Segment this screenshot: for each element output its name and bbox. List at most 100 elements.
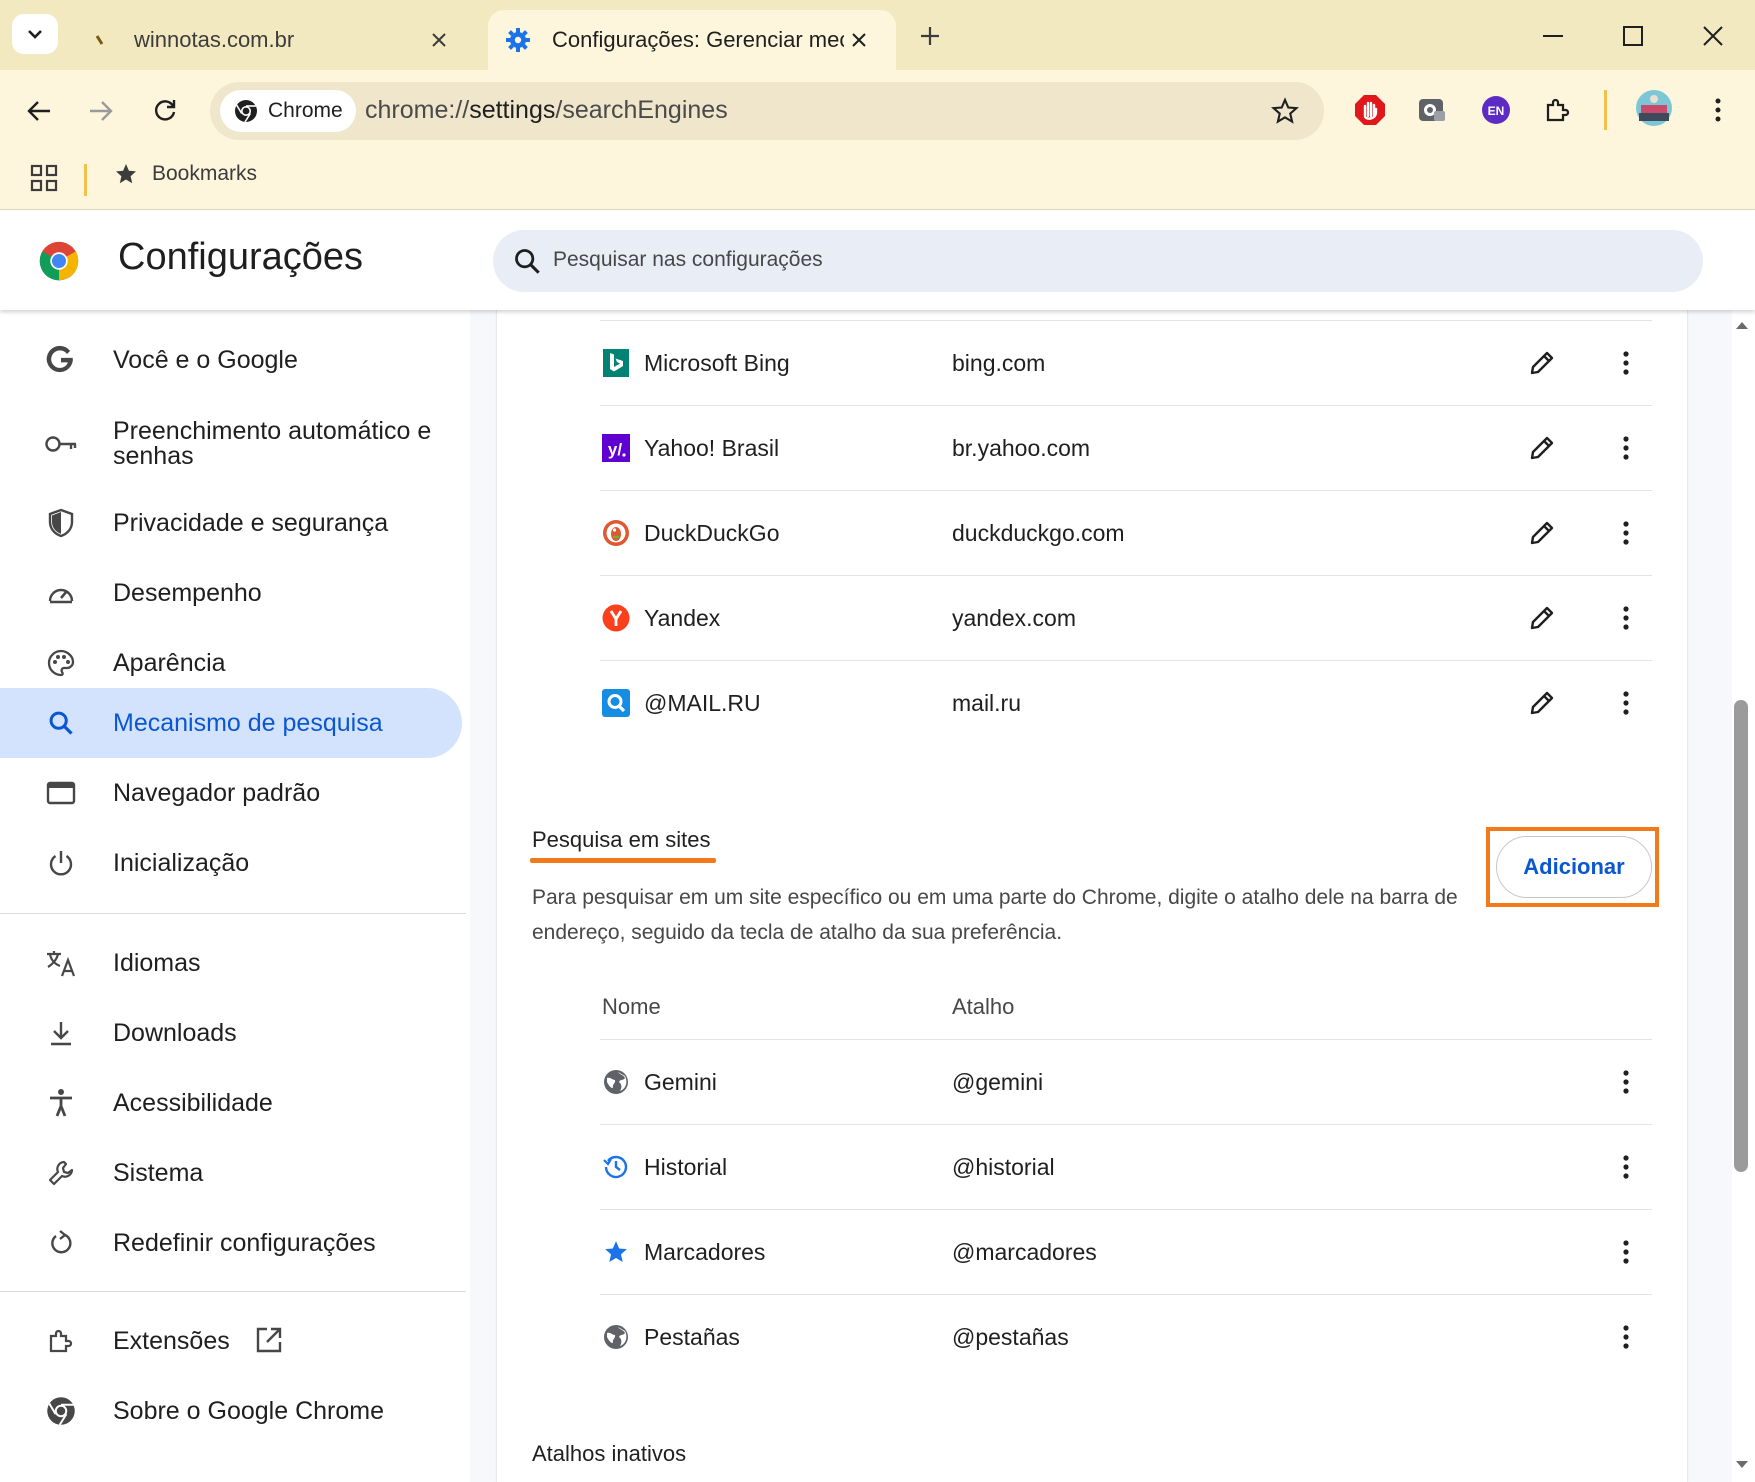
- more-vertical-icon[interactable]: [1606, 1147, 1646, 1187]
- more-vertical-icon[interactable]: [1606, 428, 1646, 468]
- tab-settings[interactable]: Configurações: Gerenciar mecanis: [488, 10, 896, 70]
- sidebar-item-sistema[interactable]: Sistema: [0, 1138, 462, 1208]
- bookmarks-label: Bookmarks: [152, 162, 258, 185]
- adblock-icon[interactable]: [1352, 92, 1388, 128]
- sidebar-item-navegador-padrao[interactable]: Navegador padrão: [0, 758, 462, 828]
- translate-en-icon[interactable]: EN: [1478, 92, 1514, 128]
- plus-icon: [921, 27, 939, 45]
- search-placeholder: Pesquisar nas configurações: [553, 248, 823, 271]
- reload-button[interactable]: [144, 90, 186, 132]
- settings-search-input[interactable]: Pesquisar nas configurações: [493, 230, 1703, 292]
- more-vertical-icon: [1715, 98, 1721, 122]
- site-search-row: Historial @historial: [600, 1125, 1652, 1210]
- sidebar-item-idiomas[interactable]: Idiomas: [0, 928, 462, 998]
- puzzle-extensions-icon[interactable]: [1540, 92, 1576, 128]
- edit-pencil-icon[interactable]: [1522, 683, 1562, 723]
- more-vertical-icon[interactable]: [1606, 683, 1646, 723]
- search-icon: [44, 706, 78, 740]
- close-window-button[interactable]: [1688, 14, 1738, 58]
- globe-icon: [602, 1068, 630, 1096]
- sidebar-item-acessibilidade[interactable]: Acessibilidade: [0, 1068, 462, 1138]
- close-icon: [1703, 26, 1723, 46]
- edit-pencil-icon[interactable]: [1522, 428, 1562, 468]
- bookmarks-bar: Bookmarks: [0, 152, 1755, 210]
- svg-text:y/: y/: [608, 440, 622, 459]
- tab-winnotas[interactable]: winnotas.com.br: [70, 10, 470, 70]
- puzzle-icon: [44, 1324, 78, 1358]
- apps-grid-icon[interactable]: [30, 164, 62, 196]
- maximize-button[interactable]: [1608, 14, 1658, 58]
- close-tab-icon[interactable]: [424, 25, 454, 55]
- more-vertical-icon[interactable]: [1606, 1062, 1646, 1102]
- sidebar-item-redefinir[interactable]: Redefinir configurações: [0, 1208, 462, 1278]
- search-engine-row: y/ Yahoo! Brasil br.yahoo.com: [600, 406, 1652, 491]
- browser-toolbar: Chrome chrome://settings/searchEngines E…: [0, 70, 1755, 152]
- sidebar-item-sobre-o-chrome[interactable]: Sobre o Google Chrome: [0, 1376, 462, 1446]
- more-vertical-icon[interactable]: [1606, 513, 1646, 553]
- duckduckgo-icon: [602, 519, 630, 547]
- sidebar-item-preenchimento[interactable]: Preenchimento automático e senhas: [0, 401, 462, 487]
- google-g-icon: [44, 343, 78, 377]
- settings-header: Configurações Pesquisar nas configuraçõe…: [0, 210, 1755, 310]
- add-site-search-button[interactable]: Adicionar: [1496, 836, 1652, 898]
- chrome-logo-icon: [39, 241, 79, 281]
- gear-icon: [506, 28, 530, 52]
- mailru-icon: [602, 689, 630, 717]
- bing-icon: [602, 349, 630, 377]
- sidebar-item-extensoes[interactable]: Extensões: [0, 1306, 462, 1376]
- scrollbar-thumb[interactable]: [1734, 700, 1748, 1172]
- inactive-shortcuts-title: Atalhos inativos: [532, 1441, 687, 1466]
- scroll-up-arrow-icon[interactable]: [1734, 318, 1750, 332]
- site-search-row: Gemini @gemini: [600, 1040, 1652, 1125]
- history-icon: [602, 1153, 630, 1181]
- svg-text:EN: EN: [1488, 104, 1505, 118]
- open-in-new-icon: [255, 1326, 283, 1361]
- accessibility-icon: [44, 1086, 78, 1120]
- new-tab-button[interactable]: [912, 18, 948, 54]
- yahoo-icon: y/: [602, 434, 630, 462]
- search-engine-row: @MAIL.RU mail.ru: [600, 661, 1652, 746]
- edit-pencil-icon[interactable]: [1522, 513, 1562, 553]
- speedometer-icon: [44, 576, 78, 610]
- globe-icon: [602, 1323, 630, 1351]
- wrench-icon: [44, 1156, 78, 1190]
- sidebar-item-inicializacao[interactable]: Inicialização: [0, 828, 462, 898]
- sidebar-item-privacidade[interactable]: Privacidade e segurança: [0, 488, 462, 558]
- chrome-menu-button[interactable]: [1700, 92, 1736, 128]
- site-favicon-icon: [88, 28, 112, 52]
- reset-icon: [44, 1226, 78, 1260]
- sidebar-item-desempenho[interactable]: Desempenho: [0, 558, 462, 628]
- more-vertical-icon[interactable]: [1606, 598, 1646, 638]
- back-button[interactable]: [18, 90, 60, 132]
- tab-search-button[interactable]: [12, 14, 58, 54]
- site-info-chip[interactable]: Chrome: [220, 90, 356, 132]
- minimize-button[interactable]: [1528, 14, 1578, 58]
- chrome-icon: [44, 1394, 78, 1428]
- forward-button[interactable]: [80, 90, 122, 132]
- chrome-icon: [235, 100, 257, 123]
- more-vertical-icon[interactable]: [1606, 1317, 1646, 1357]
- edit-pencil-icon[interactable]: [1522, 598, 1562, 638]
- close-tab-icon[interactable]: [844, 25, 874, 55]
- more-vertical-icon[interactable]: [1606, 343, 1646, 383]
- sidebar-item-downloads[interactable]: Downloads: [0, 998, 462, 1068]
- minimize-icon: [1543, 35, 1563, 37]
- bookmarks-folder[interactable]: Bookmarks: [114, 162, 257, 186]
- screenshot-extension-icon[interactable]: [1414, 92, 1450, 128]
- tab-title: winnotas.com.br: [134, 27, 295, 52]
- sidebar-divider: [0, 913, 466, 914]
- key-icon: [44, 427, 78, 461]
- scroll-down-arrow-icon[interactable]: [1734, 1458, 1750, 1472]
- browser-window-icon: [44, 776, 78, 810]
- sidebar-item-mecanismo-de-pesquisa[interactable]: Mecanismo de pesquisa: [0, 688, 462, 758]
- address-bar[interactable]: Chrome chrome://settings/searchEngines: [210, 82, 1324, 140]
- edit-pencil-icon[interactable]: [1522, 343, 1562, 383]
- palette-icon: [44, 646, 78, 680]
- search-engine-row: Yandex yandex.com: [600, 576, 1652, 661]
- translate-icon: [44, 946, 78, 980]
- sidebar-item-voce-e-o-google[interactable]: Você e o Google: [0, 325, 462, 395]
- search-engine-row: Microsoft Bing bing.com: [600, 321, 1652, 406]
- avatar[interactable]: [1634, 88, 1674, 128]
- more-vertical-icon[interactable]: [1606, 1232, 1646, 1272]
- bookmark-star-button[interactable]: [1268, 94, 1302, 128]
